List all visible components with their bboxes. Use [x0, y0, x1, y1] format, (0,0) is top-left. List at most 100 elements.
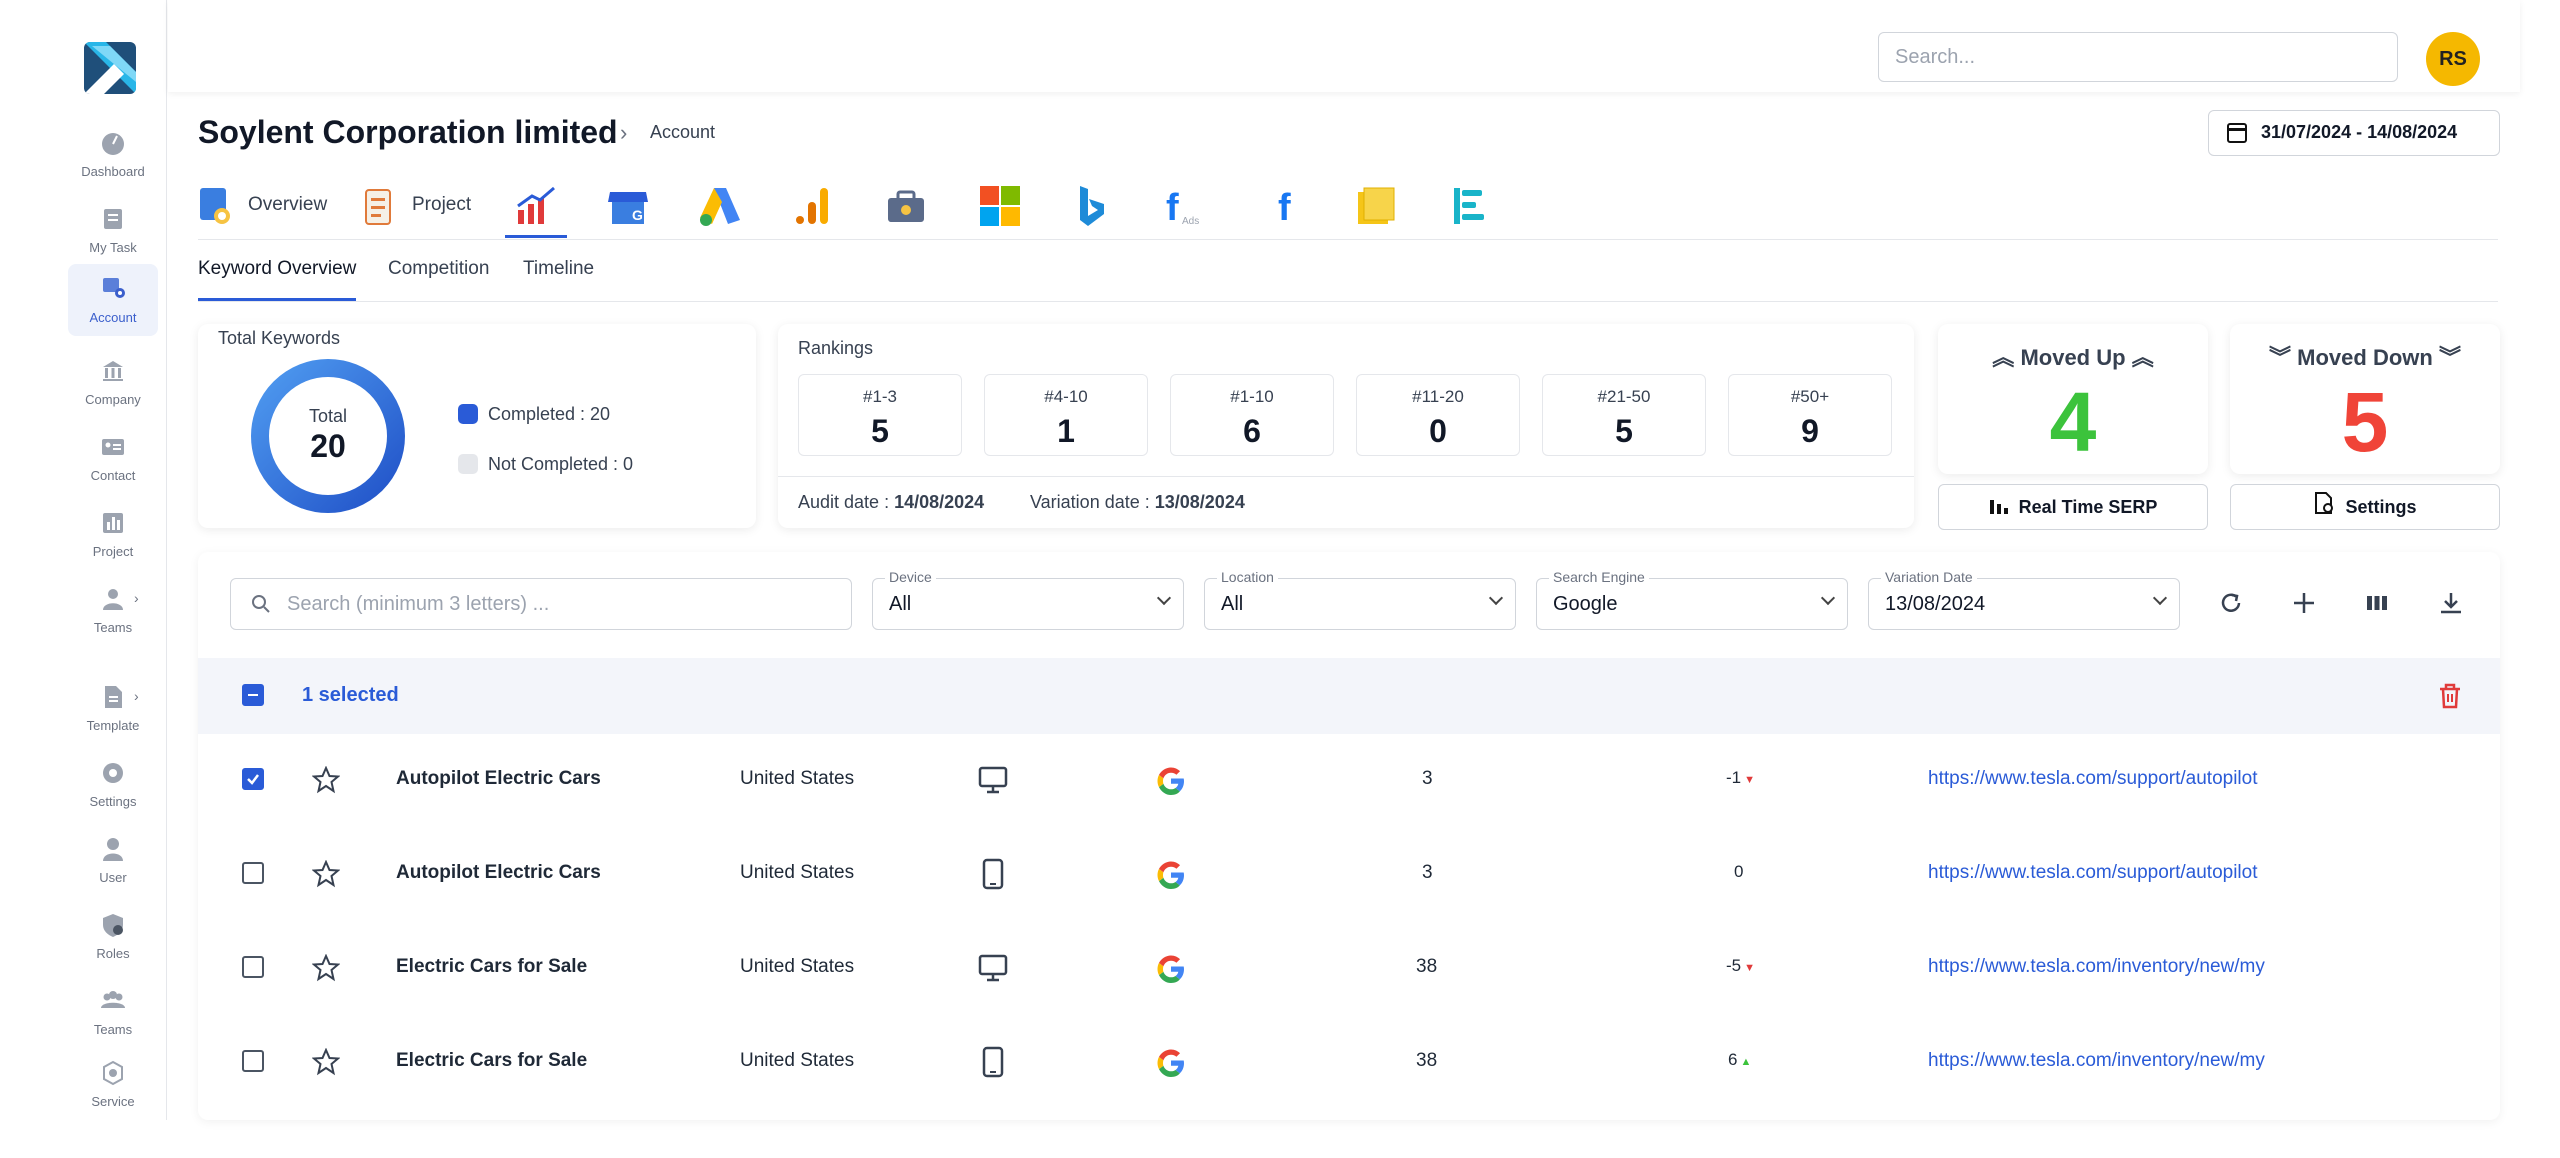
tab-timeline[interactable]: Timeline	[523, 258, 594, 280]
rank-bucket-label: #1-10	[1230, 387, 1274, 406]
active-tab-indicator	[505, 235, 567, 238]
location-select[interactable]: Location All	[1204, 569, 1516, 630]
settings-button[interactable]: Settings	[2230, 484, 2500, 530]
rank-bucket-value: 9	[1801, 413, 1819, 449]
sidebar-item-roles[interactable]: Roles	[68, 904, 158, 972]
star-icon[interactable]	[312, 1048, 340, 1076]
calendar-icon	[2227, 123, 2247, 143]
row-url[interactable]: https://www.tesla.com/inventory/new/my	[1928, 956, 2265, 978]
toolbox-tab-icon[interactable]	[884, 184, 928, 228]
chevron-down-icon	[1488, 590, 1504, 606]
row-keyword: Electric Cars for Sale	[396, 1050, 588, 1071]
rank-bucket-value: 0	[1429, 413, 1447, 449]
sidebar-item-settings[interactable]: Settings	[68, 752, 158, 820]
search-engine-select-label: Search Engine	[1549, 569, 1649, 585]
sidebar-item-template[interactable]: › Template	[68, 676, 158, 744]
keywords-table-panel: Search (minimum 3 letters) ... Device Al…	[198, 552, 2500, 1120]
sidebar-item-company[interactable]: Company	[68, 350, 158, 418]
rank-bucket: #4-10 1	[984, 374, 1148, 456]
row-url[interactable]: https://www.tesla.com/support/autopilot	[1928, 862, 2258, 884]
google-business-tab-icon[interactable]: G	[606, 184, 650, 228]
google-icon	[1157, 861, 1184, 889]
app-logo[interactable]	[84, 42, 136, 94]
sidebar-item-my-task[interactable]: My Task	[68, 198, 158, 266]
table-row[interactable]: Autopilot Electric Cars United States 3 …	[198, 734, 2500, 828]
device-select-label: Device	[885, 569, 936, 585]
rank-bucket-value: 1	[1057, 413, 1075, 449]
microsoft-tab-icon[interactable]	[978, 184, 1022, 228]
sidebar-item-teams[interactable]: › Teams	[68, 578, 158, 646]
variation-date-select-label: Variation Date	[1881, 569, 1977, 585]
row-change: 0	[1734, 862, 1744, 881]
row-url[interactable]: https://www.tesla.com/support/autopilot	[1928, 768, 2258, 790]
star-icon[interactable]	[312, 860, 340, 888]
table-row[interactable]: Electric Cars for Sale United States 38 …	[198, 1016, 2500, 1110]
checkmark-icon	[247, 774, 259, 785]
tab-project[interactable]: Project	[412, 194, 471, 216]
tab-competition[interactable]: Competition	[388, 258, 489, 280]
facebook-ads-tab-icon[interactable]: f Ads	[1164, 184, 1208, 228]
row-location: United States	[740, 862, 855, 883]
sidebar-item-teams-group[interactable]: Teams	[68, 980, 158, 1048]
row-checkbox[interactable]	[242, 1050, 264, 1072]
refresh-icon[interactable]	[2218, 590, 2244, 616]
legend-completed-swatch	[458, 404, 478, 424]
row-checkbox[interactable]	[242, 768, 264, 790]
sidebar-item-project[interactable]: Project	[68, 502, 158, 570]
top-bar: Search... RS	[168, 0, 2520, 92]
row-keyword: Electric Cars for Sale	[396, 956, 588, 977]
tab-overview[interactable]: Overview	[248, 194, 327, 216]
star-icon[interactable]	[312, 766, 340, 794]
row-location: United States	[740, 956, 855, 977]
rank-bucket: #1-3 5	[798, 374, 962, 456]
search-engine-select[interactable]: Search Engine Google	[1536, 569, 1848, 630]
sidebar-item-service[interactable]: Service	[68, 1052, 158, 1120]
svg-text:G: G	[632, 207, 643, 223]
avatar[interactable]: RS	[2426, 32, 2480, 86]
add-icon[interactable]	[2291, 590, 2317, 616]
row-checkbox[interactable]	[242, 862, 264, 884]
project-tab-icon[interactable]	[362, 184, 398, 228]
row-rank: 38	[1416, 1050, 1438, 1071]
real-time-serp-button[interactable]: Real Time SERP	[1938, 484, 2208, 530]
moved-up-card: ︽ Moved Up ︽ 4	[1938, 324, 2208, 474]
task-board-tab-icon[interactable]	[1450, 184, 1490, 228]
date-range-button[interactable]: 31/07/2024 - 14/08/2024	[2208, 110, 2500, 156]
sidebar-item-account[interactable]: Account	[68, 264, 158, 336]
tab-keyword-overview[interactable]: Keyword Overview	[198, 258, 356, 280]
table-row[interactable]: Autopilot Electric Cars United States 3 …	[198, 828, 2500, 922]
sidebar-item-dashboard[interactable]: Dashboard	[68, 122, 158, 190]
global-search-input[interactable]: Search...	[1878, 32, 2398, 82]
row-url[interactable]: https://www.tesla.com/inventory/new/my	[1928, 1050, 2265, 1072]
delete-icon[interactable]	[2436, 682, 2464, 710]
select-all-checkbox[interactable]	[242, 684, 264, 706]
google-ads-tab-icon[interactable]	[698, 184, 742, 228]
overview-tab-icon[interactable]	[198, 184, 236, 228]
rank-tracker-tab-icon[interactable]	[514, 184, 558, 228]
row-keyword: Autopilot Electric Cars	[396, 768, 601, 789]
bing-tab-icon[interactable]	[1076, 184, 1108, 228]
row-checkbox[interactable]	[242, 956, 264, 978]
star-icon[interactable]	[312, 954, 340, 982]
download-icon[interactable]	[2438, 590, 2464, 616]
sidebar-item-label: Settings	[89, 794, 137, 809]
breadcrumb-chevron-icon: ›	[620, 120, 628, 145]
columns-icon[interactable]	[2364, 590, 2390, 616]
variation-date-select-value: 13/08/2024	[1885, 593, 1986, 615]
total-keywords-title: Total Keywords	[218, 328, 341, 348]
breadcrumb[interactable]: Account	[650, 122, 715, 143]
table-row[interactable]: Electric Cars for Sale United States 38 …	[198, 922, 2500, 1016]
facebook-tab-icon[interactable]: f	[1272, 184, 1304, 228]
bar-chart-icon	[1989, 486, 2009, 530]
row-change-value: -1	[1726, 768, 1742, 787]
google-analytics-tab-icon[interactable]	[792, 184, 832, 228]
notes-tab-icon[interactable]	[1354, 184, 1398, 228]
sidebar-item-user[interactable]: User	[68, 828, 158, 896]
keyword-search-input[interactable]: Search (minimum 3 letters) ...	[230, 578, 852, 630]
variation-date-select[interactable]: Variation Date 13/08/2024	[1868, 569, 2180, 630]
divider	[778, 476, 1914, 477]
device-select[interactable]: Device All	[872, 569, 1184, 630]
gear-icon	[103, 763, 123, 783]
donut-total-label: Total	[308, 406, 348, 426]
sidebar-item-contact[interactable]: Contact	[68, 426, 158, 494]
